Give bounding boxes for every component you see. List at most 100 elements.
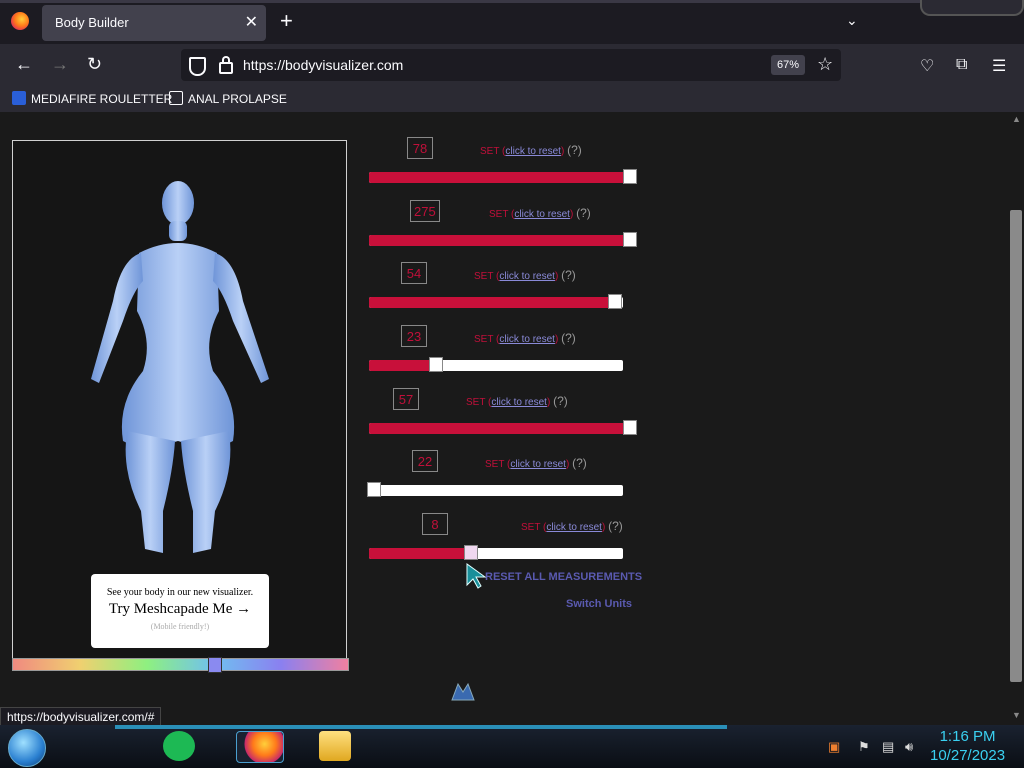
measurement-value[interactable]: 275 bbox=[410, 200, 440, 222]
lock-icon[interactable] bbox=[219, 56, 233, 74]
tab-body-builder[interactable]: Body Builder ✕ bbox=[42, 5, 266, 41]
set-status: SET (click to reset) (?) bbox=[521, 519, 623, 533]
slider-handle[interactable] bbox=[463, 545, 478, 560]
skin-color-slider[interactable] bbox=[12, 657, 349, 673]
bookmark-label: MEDIAFIRE ROULETTER bbox=[31, 92, 173, 106]
slider-handle[interactable] bbox=[607, 294, 622, 309]
bookmarks-toolbar: MEDIAFIRE ROULETTER ANAL PROLAPSE bbox=[0, 86, 1024, 113]
page-favicon-icon bbox=[169, 91, 183, 105]
reset-link[interactable]: click to reset bbox=[546, 522, 602, 533]
measurement-value[interactable]: 54 bbox=[401, 262, 427, 284]
reset-link[interactable]: click to reset bbox=[505, 146, 561, 157]
measurement-slider[interactable] bbox=[369, 420, 637, 435]
zoom-level-button[interactable]: 67% bbox=[771, 55, 806, 75]
tray-app-icon[interactable]: ▣ bbox=[828, 739, 840, 755]
scroll-up-icon[interactable]: ▲ bbox=[1012, 114, 1021, 124]
set-status: SET (click to reset) (?) bbox=[474, 268, 576, 282]
taskbar: ▣ ⚑ ▤ 🔊︎ 1:16 PM 10/27/2023 bbox=[0, 725, 1024, 768]
bookmark-mediafire[interactable]: MEDIAFIRE ROULETTER bbox=[12, 91, 172, 106]
firefox-icon[interactable] bbox=[11, 12, 29, 30]
reset-link[interactable]: click to reset bbox=[499, 334, 555, 345]
tab-title: Body Builder bbox=[55, 15, 129, 30]
start-orb-icon[interactable] bbox=[8, 729, 46, 767]
promo-title: Try Meshcapade Me bbox=[108, 601, 233, 617]
measurement-slider[interactable] bbox=[369, 232, 637, 247]
navigation-toolbar: ← → ↻ https://bodyvisualizer.com 67% ☆ ♡… bbox=[0, 44, 1024, 86]
slider-handle[interactable] bbox=[429, 357, 443, 372]
scrollbar-thumb[interactable] bbox=[1010, 210, 1022, 682]
list-tabs-chevron-icon[interactable]: ⌄ bbox=[846, 12, 858, 29]
pocket-icon[interactable]: ♡ bbox=[920, 56, 934, 76]
color-slider-handle[interactable] bbox=[208, 657, 222, 673]
page-scrollbar[interactable]: ▲ ▼ bbox=[1008, 112, 1024, 725]
close-tab-icon[interactable]: ✕ bbox=[245, 12, 258, 32]
scroll-down-icon[interactable]: ▼ bbox=[1012, 710, 1021, 720]
measurement-slider[interactable] bbox=[369, 545, 623, 560]
reset-link[interactable]: click to reset bbox=[514, 209, 570, 220]
switch-units-button[interactable]: Switch Units bbox=[566, 598, 632, 610]
help-icon[interactable]: (?) bbox=[572, 456, 587, 470]
measurement-slider[interactable] bbox=[369, 357, 623, 372]
firefox-taskbar-icon[interactable] bbox=[236, 731, 284, 763]
window-top-edge bbox=[0, 0, 1024, 3]
site-logo-icon[interactable] bbox=[450, 680, 476, 702]
mediafire-favicon-icon bbox=[12, 91, 26, 105]
network-icon[interactable]: ▤ bbox=[882, 739, 894, 755]
measurement-slider[interactable] bbox=[369, 294, 623, 309]
reset-link[interactable]: click to reset bbox=[510, 459, 566, 470]
action-center-flag-icon[interactable]: ⚑ bbox=[858, 739, 870, 755]
volume-icon[interactable]: 🔊︎ bbox=[905, 739, 913, 755]
measurement-value[interactable]: 57 bbox=[393, 388, 419, 410]
body-viewer[interactable]: See your body in our new visualizer. Try… bbox=[12, 140, 347, 660]
slider-handle[interactable] bbox=[623, 169, 637, 184]
slider-fill bbox=[369, 423, 630, 434]
slider-handle[interactable] bbox=[623, 420, 637, 435]
meshcapade-promo[interactable]: See your body in our new visualizer. Try… bbox=[91, 574, 269, 648]
window-controls[interactable] bbox=[920, 0, 1024, 16]
slider-fill bbox=[369, 172, 630, 183]
forward-arrow-icon[interactable]: → bbox=[51, 54, 69, 74]
body-model-image[interactable] bbox=[13, 141, 346, 571]
extensions-icon[interactable]: ⧉ bbox=[956, 56, 967, 74]
reset-all-button[interactable]: RESET ALL MEASUREMENTS bbox=[485, 571, 642, 583]
bookmark-star-icon[interactable]: ☆ bbox=[817, 54, 833, 75]
reload-icon[interactable]: ↻ bbox=[87, 54, 102, 74]
new-tab-icon[interactable]: + bbox=[280, 9, 293, 33]
menu-icon[interactable]: ☰ bbox=[992, 56, 1006, 76]
help-icon[interactable]: (?) bbox=[576, 206, 591, 220]
promo-note: (Mobile friendly!) bbox=[150, 622, 210, 631]
arrow-right-icon: → bbox=[236, 601, 252, 617]
taskbar-glow bbox=[115, 725, 727, 729]
set-status: SET (click to reset) (?) bbox=[466, 394, 568, 408]
system-clock[interactable]: 1:16 PM 10/27/2023 bbox=[930, 727, 1005, 765]
measurement-row: 8 SET (click to reset) (?) bbox=[359, 513, 649, 573]
measurement-value[interactable]: 22 bbox=[412, 450, 438, 472]
spotify-icon[interactable] bbox=[163, 731, 195, 761]
promo-subtitle: See your body in our new visualizer. bbox=[106, 587, 254, 598]
help-icon[interactable]: (?) bbox=[561, 331, 576, 345]
measurement-value[interactable]: 23 bbox=[401, 325, 427, 347]
bookmark-second[interactable]: ANAL PROLAPSE bbox=[169, 91, 287, 106]
help-icon[interactable]: (?) bbox=[561, 268, 576, 282]
help-icon[interactable]: (?) bbox=[608, 519, 623, 533]
measurement-value[interactable]: 8 bbox=[422, 513, 448, 535]
url-text[interactable]: https://bodyvisualizer.com bbox=[243, 57, 403, 73]
address-bar[interactable]: https://bodyvisualizer.com 67% ☆ bbox=[181, 49, 841, 81]
tab-strip: Body Builder ✕ + ⌄ bbox=[0, 0, 1024, 44]
measurement-slider[interactable] bbox=[369, 169, 637, 184]
slider-handle[interactable] bbox=[623, 232, 637, 247]
help-icon[interactable]: (?) bbox=[567, 143, 582, 157]
reset-link[interactable]: click to reset bbox=[499, 271, 555, 282]
measurement-value[interactable]: 78 bbox=[407, 137, 433, 159]
promo-link[interactable]: Try Meshcapade Me → bbox=[91, 601, 269, 618]
back-arrow-icon[interactable]: ← bbox=[15, 54, 33, 74]
set-status: SET (click to reset) (?) bbox=[485, 456, 587, 470]
measurement-slider[interactable] bbox=[367, 482, 623, 497]
reset-link[interactable]: click to reset bbox=[491, 397, 547, 408]
file-explorer-icon[interactable] bbox=[319, 731, 351, 761]
measurement-row: 54 SET (click to reset) (?) bbox=[359, 262, 649, 322]
slider-handle[interactable] bbox=[367, 482, 381, 497]
help-icon[interactable]: (?) bbox=[553, 394, 568, 408]
measurement-row: 23 SET (click to reset) (?) bbox=[359, 325, 649, 385]
tracking-shield-icon[interactable] bbox=[189, 57, 206, 76]
